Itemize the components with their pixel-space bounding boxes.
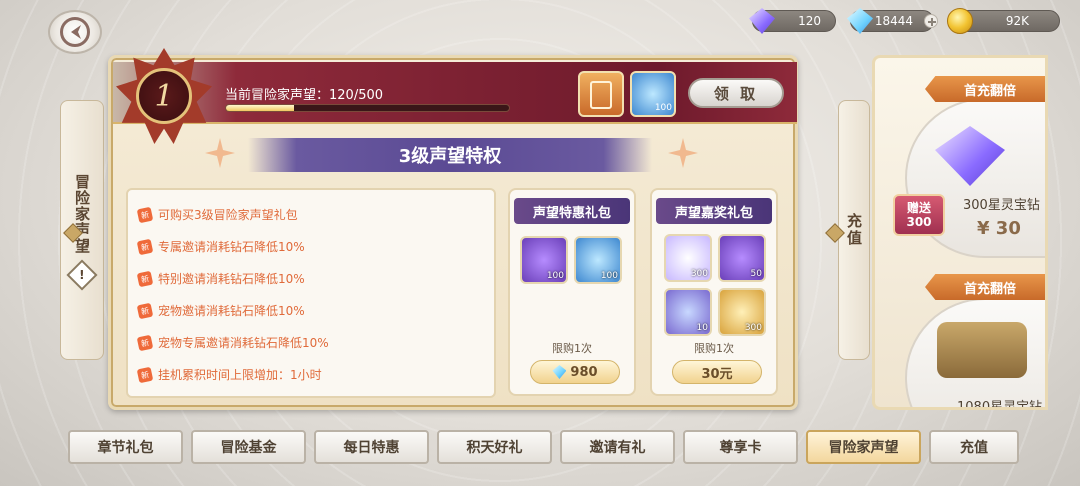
pack-title: 声望特惠礼包 (514, 198, 630, 224)
first-recharge-ribbon: 首充翻倍 (925, 274, 1045, 300)
new-tag-icon: 新 (136, 366, 154, 383)
alert-icon: ! (66, 259, 98, 291)
card-reward-icon[interactable] (578, 71, 624, 117)
hero-shard-reward-icon[interactable]: 100 (630, 71, 676, 117)
tab-recharge[interactable]: 充值 (929, 430, 1019, 464)
recharge-panel: 300星灵宝钻 ¥ 30 首充翻倍 赠送 300 1080星灵宝钻 首充翻倍 (872, 55, 1048, 410)
prestige-reward-pack: 声望嘉奖礼包 300 50 10 300 限购1次 30元 (650, 188, 778, 396)
first-recharge-ribbon: 首充翻倍 (925, 76, 1045, 102)
tab-login-rewards[interactable]: 积天好礼 (437, 430, 552, 464)
buy-button[interactable]: 30元 (672, 360, 762, 384)
blue-gem-counter[interactable]: 18444 (847, 8, 934, 34)
tab-invite-rewards[interactable]: 邀请有礼 (560, 430, 675, 464)
purple-gem-counter[interactable]: 120 (749, 8, 836, 34)
list-item: 新宠物邀请消耗钻石降低10% (136, 302, 305, 319)
list-item: 新特别邀请消耗钻石降低10% (136, 270, 305, 287)
buy-button[interactable]: 980 (530, 360, 620, 384)
treasure-chest-icon (937, 322, 1027, 378)
list-item: 新宠物专属邀请消耗钻石降低10% (136, 334, 329, 351)
gold-counter[interactable]: 92K (947, 8, 1060, 34)
new-tag-icon: 新 (136, 334, 154, 351)
purchase-limit: 限购1次 (694, 342, 734, 355)
tab-daily-deal[interactable]: 每日特惠 (314, 430, 429, 464)
new-tag-icon: 新 (136, 206, 154, 223)
pack-item-emblem-icon[interactable]: 50 (718, 234, 766, 282)
privilege-list: 新可购买3级冒险家声望礼包 新专属邀请消耗钻石降低10% 新特别邀请消耗钻石降低… (126, 188, 496, 398)
prestige-progress-fill (226, 105, 294, 111)
pack-item-skull-icon[interactable]: 100 (520, 236, 568, 284)
offer-card[interactable]: 1080星灵宝钻 (905, 298, 1045, 407)
add-gems-icon[interactable] (924, 14, 938, 28)
level-badge: 1 (116, 48, 212, 144)
prestige-progress-bar (225, 104, 510, 112)
pack-item-scroll-icon[interactable]: 10 (664, 288, 712, 336)
back-button[interactable] (48, 10, 102, 54)
tab-adventurer-prestige[interactable]: 冒险家声望 (806, 430, 921, 464)
pack-title: 声望嘉奖礼包 (656, 198, 772, 224)
back-icon (60, 17, 90, 47)
prestige-progress-label: 当前冒险家声望：120/500 (225, 88, 384, 103)
new-tag-icon: 新 (136, 238, 154, 255)
tab-vip-card[interactable]: 尊享卡 (683, 430, 798, 464)
tab-chapter-pack[interactable]: 章节礼包 (68, 430, 183, 464)
claim-button[interactable]: 领 取 (688, 78, 784, 108)
list-item: 新挂机累积时间上限增加：1小时 (136, 366, 322, 383)
level-number: 1 (154, 78, 174, 114)
privilege-title: 3级声望特权 (248, 138, 652, 172)
prestige-discount-pack: 声望特惠礼包 100 100 限购1次 980 (508, 188, 636, 396)
pack-item-hero-icon[interactable]: 100 (574, 236, 622, 284)
gift-badge: 赠送 300 (893, 194, 945, 236)
crystal-pile-icon (935, 126, 1005, 186)
list-item: 新专属邀请消耗钻石降低10% (136, 238, 305, 255)
tab-adventure-fund[interactable]: 冒险基金 (191, 430, 306, 464)
gold-coin-icon (947, 8, 973, 34)
blue-gem-icon (552, 365, 567, 379)
new-tag-icon: 新 (136, 270, 154, 287)
pack-item-gem-icon[interactable]: 300 (664, 234, 712, 282)
new-tag-icon: 新 (136, 302, 154, 319)
list-item: 新可购买3级冒险家声望礼包 (136, 206, 298, 223)
pack-item-compass-icon[interactable]: 300 (718, 288, 766, 336)
purchase-limit: 限购1次 (552, 342, 592, 355)
